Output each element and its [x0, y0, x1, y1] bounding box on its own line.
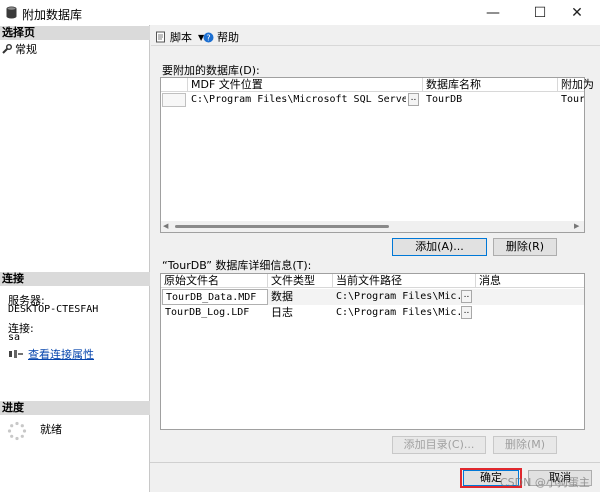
connection-value: sa: [8, 332, 21, 343]
column-header-current-path: 当前文件路径: [333, 274, 476, 288]
browse-mdf-button[interactable]: ..: [408, 93, 419, 106]
wrench-icon: [2, 44, 12, 54]
column-header-dbname: 数据库名称: [423, 78, 558, 92]
script-label: 脚本: [170, 31, 192, 44]
connection-header: 连接: [0, 272, 150, 286]
help-icon: ?: [203, 32, 214, 42]
original-file-cell[interactable]: TourDB_Data.MDF: [162, 289, 268, 305]
row-selector[interactable]: [162, 93, 186, 107]
file-type-cell: 数据: [271, 290, 293, 303]
add-catalog-button[interactable]: 添加目录(C)...: [392, 436, 486, 454]
progress-status: 就绪: [40, 423, 62, 436]
scrollbar-thumb[interactable]: [175, 225, 389, 228]
remove-file-button[interactable]: 删除(M): [493, 436, 557, 454]
script-icon: [156, 31, 165, 43]
page-item-label: 常规: [15, 43, 37, 56]
progress-header: 进度: [0, 401, 150, 415]
details-grid-header: 原始文件名 文件类型 当前文件路径 消息: [161, 274, 584, 288]
file-type-cell: 日志: [271, 306, 293, 319]
column-header-message: 消息: [479, 274, 501, 287]
original-file-cell[interactable]: TourDB_Log.LDF: [162, 305, 268, 321]
browse-path-button[interactable]: ..: [461, 306, 472, 319]
add-button[interactable]: 添加(A)...: [392, 238, 487, 256]
watermark: CSDN @小狗蛋主: [500, 476, 590, 489]
details-grid[interactable]: 原始文件名 文件类型 当前文件路径 消息 TourDB_Data.MDF 数据 …: [160, 273, 585, 430]
attach-as-cell[interactable]: TourD: [558, 92, 584, 108]
attach-grid[interactable]: MDF 文件位置 数据库名称 附加为 C:\Program Files\Micr…: [160, 77, 594, 233]
column-header-attach-as: 附加为: [561, 78, 594, 91]
window-title: 附加数据库: [22, 8, 83, 22]
column-header-file-type: 文件类型: [268, 274, 333, 288]
close-button[interactable]: ✕: [554, 0, 600, 25]
help-label: 帮助: [217, 31, 239, 44]
connection-properties-icon: [9, 350, 23, 358]
attach-grid-header: MDF 文件位置 数据库名称 附加为: [161, 78, 594, 92]
column-header-original-file: 原始文件名: [161, 274, 268, 288]
select-page-header: 选择页: [0, 26, 150, 40]
current-path-cell[interactable]: C:\Program Files\Mic...: [333, 289, 460, 305]
minimize-button[interactable]: —: [470, 0, 516, 25]
footer-divider: [150, 462, 600, 463]
server-value: DESKTOP-CTESFAH: [8, 304, 99, 315]
script-button[interactable]: 脚本 ▼: [155, 29, 204, 45]
column-header-mdf: MDF 文件位置: [188, 78, 423, 92]
table-row[interactable]: TourDB_Data.MDF 数据 C:\Program Files\Mic.…: [161, 289, 584, 305]
view-connection-properties[interactable]: 查看连接属性: [8, 346, 94, 362]
remove-button[interactable]: 删除(R): [493, 238, 557, 256]
database-icon: [6, 6, 17, 19]
progress-spinner-icon: [7, 421, 27, 441]
horizontal-scrollbar[interactable]: ◀ ▶: [161, 221, 584, 232]
svg-text:?: ?: [206, 33, 210, 42]
attach-section-label: 要附加的数据库(D):: [162, 64, 260, 77]
table-row[interactable]: C:\Program Files\Microsoft SQL Server...…: [161, 92, 584, 108]
scroll-left-icon[interactable]: ◀: [163, 223, 168, 230]
details-section-label: “TourDB” 数据库详细信息(T):: [162, 259, 312, 272]
view-connection-link[interactable]: 查看连接属性: [28, 346, 94, 362]
current-path-cell[interactable]: C:\Program Files\Mic...: [333, 305, 460, 321]
browse-path-button[interactable]: ..: [461, 290, 472, 303]
table-row[interactable]: TourDB_Log.LDF 日志 C:\Program Files\Mic..…: [161, 305, 584, 321]
db-name-cell[interactable]: TourDB: [423, 92, 558, 108]
row-selector-header: [161, 78, 188, 92]
toolbar-divider: [151, 45, 600, 46]
help-button[interactable]: ? 帮助: [203, 29, 239, 45]
scroll-right-icon[interactable]: ▶: [574, 223, 579, 230]
page-item-general[interactable]: 常规: [2, 41, 37, 57]
mdf-location-cell[interactable]: C:\Program Files\Microsoft SQL Server...: [188, 92, 406, 108]
